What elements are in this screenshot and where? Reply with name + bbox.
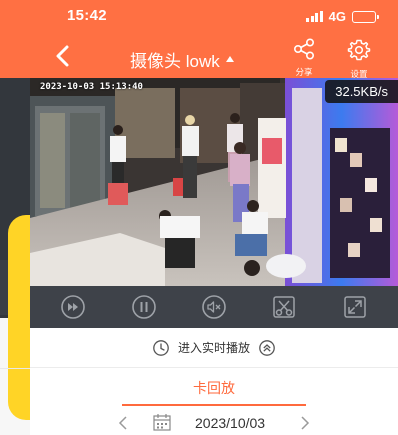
gear-icon xyxy=(347,39,371,61)
share-label: 分享 xyxy=(295,67,313,77)
tab-indicator xyxy=(122,404,306,406)
fast-forward-icon xyxy=(61,295,85,319)
share-icon xyxy=(293,38,315,60)
chevron-left-icon xyxy=(56,45,69,67)
double-chevron-up-icon xyxy=(259,339,275,356)
tab-card-playback[interactable]: 卡回放 xyxy=(30,378,398,398)
background-divider xyxy=(0,368,30,369)
camera-page: 15:42 4G 摄像头 lowk 分享 设置 2023-10-03 15:13… xyxy=(30,0,398,435)
stream-speed-badge: 32.5KB/s xyxy=(325,80,398,103)
fast-forward-button[interactable] xyxy=(59,293,87,321)
previous-day-button[interactable] xyxy=(114,413,132,433)
chevron-right-icon xyxy=(301,416,310,430)
enter-live-button[interactable]: 进入实时播放 xyxy=(30,328,398,368)
player-controls xyxy=(30,286,398,328)
screenshot-button[interactable] xyxy=(270,293,298,321)
background-header xyxy=(0,0,30,78)
caret-up-icon xyxy=(225,55,234,62)
pause-icon xyxy=(131,295,156,319)
header: 15:42 4G 摄像头 lowk 分享 设置 xyxy=(30,0,398,79)
battery-icon xyxy=(352,10,379,23)
enter-live-label: 进入实时播放 xyxy=(177,341,250,355)
status-indicators: 4G xyxy=(306,9,379,24)
background-page-peek xyxy=(0,0,30,435)
page-title: 摄像头 lowk xyxy=(130,52,220,71)
network-label: 4G xyxy=(328,9,346,24)
calendar-icon[interactable] xyxy=(152,412,172,432)
mute-button[interactable] xyxy=(200,293,228,321)
playback-tabs: 卡回放 xyxy=(30,368,398,408)
status-time: 15:42 xyxy=(67,7,107,24)
signal-icon xyxy=(306,11,323,22)
mute-icon xyxy=(202,295,226,319)
chevron-left-icon xyxy=(118,416,127,430)
camera-video-feed[interactable]: 2023-10-03 15:13:40 32.5KB/s xyxy=(30,78,398,286)
camera-selector[interactable]: 摄像头 lowk xyxy=(130,47,234,72)
settings-button[interactable]: 设置 xyxy=(341,38,377,79)
next-day-button[interactable] xyxy=(296,413,314,433)
background-yellow-shape xyxy=(8,215,30,420)
date-selector: 2023/10/03 xyxy=(30,410,398,435)
share-button[interactable]: 分享 xyxy=(286,38,322,78)
back-button[interactable] xyxy=(52,42,74,70)
clock-icon xyxy=(153,339,169,356)
fullscreen-icon xyxy=(344,296,366,318)
screenshot-scissors-icon xyxy=(273,296,296,318)
video-scene xyxy=(30,78,398,286)
pause-button[interactable] xyxy=(130,293,158,321)
video-timestamp: 2023-10-03 15:13:40 xyxy=(40,82,143,92)
fullscreen-button[interactable] xyxy=(341,293,369,321)
selected-date[interactable]: 2023/10/03 xyxy=(195,415,265,431)
